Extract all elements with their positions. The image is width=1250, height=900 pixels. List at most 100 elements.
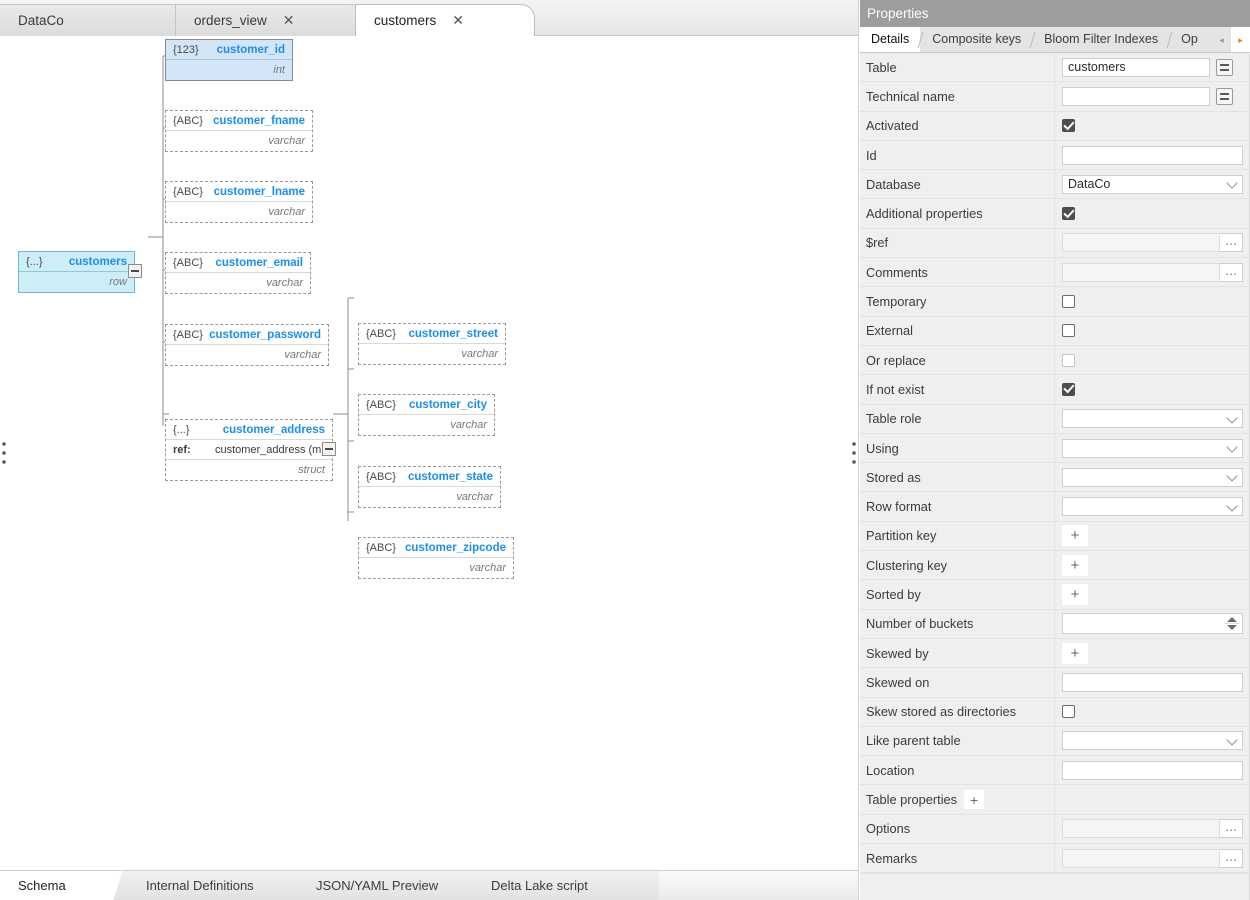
diagram-node-customer-fname[interactable]: {ABC} customer_fname varchar — [165, 110, 313, 152]
property-label: Row format — [860, 492, 1055, 520]
options-expand-icon[interactable]: ⋯ — [1220, 819, 1243, 838]
property-label: Sorted by — [860, 580, 1055, 608]
diagram-node-customer-state[interactable]: {ABC} customer_state varchar — [358, 466, 501, 508]
like-parent-table-select[interactable] — [1062, 731, 1243, 750]
skew-stored-as-directories-checkbox[interactable] — [1062, 705, 1075, 718]
diagram-node-customer-password[interactable]: {ABC} customer_password varchar — [165, 324, 329, 366]
tab-dataco[interactable]: DataCo — [0, 4, 186, 36]
ref-expand-icon[interactable]: ⋯ — [1220, 233, 1243, 252]
add-skewed-by-icon[interactable]: + — [1062, 643, 1088, 664]
property-row-skew-stored-as-directories: Skew stored as directories — [860, 698, 1250, 727]
property-value — [1055, 698, 1250, 726]
tab-customers[interactable]: customers ✕ — [355, 4, 535, 36]
stepper-up-icon[interactable] — [1227, 617, 1237, 622]
property-label: Database — [860, 170, 1055, 198]
tab-label: Internal Definitions — [146, 878, 254, 893]
comments-input[interactable] — [1062, 263, 1220, 282]
node-name: customer_id — [217, 44, 285, 56]
diagram-node-customer-email[interactable]: {ABC} customer_email varchar — [165, 252, 311, 294]
if-not-exist-checkbox[interactable] — [1062, 383, 1075, 396]
add-sorted-by-icon[interactable]: + — [1062, 584, 1088, 605]
properties-tab-bar: Details Composite keys Bloom Filter Inde… — [860, 27, 1250, 53]
sync-name-icon[interactable] — [1216, 88, 1233, 105]
number-of-buckets-stepper[interactable] — [1062, 613, 1243, 634]
tab-label: Composite keys — [932, 32, 1021, 46]
sync-name-icon[interactable] — [1216, 59, 1233, 76]
add-clustering-key-icon[interactable]: + — [1062, 555, 1088, 576]
technical-name-input[interactable] — [1062, 87, 1210, 106]
remarks-input[interactable] — [1062, 849, 1220, 868]
node-type-icon: {ABC} — [173, 257, 203, 269]
tab-delta-lake-script[interactable]: Delta Lake script — [473, 871, 659, 900]
node-name: customer_email — [215, 257, 303, 269]
schema-diagram-canvas[interactable]: {...} customers row {123} customer_id in… — [0, 36, 858, 870]
property-value — [1055, 785, 1250, 813]
ref-input[interactable] — [1062, 233, 1220, 252]
node-name: customer_state — [408, 471, 493, 483]
left-panel-splitter-handle[interactable] — [1, 442, 7, 464]
location-input[interactable] — [1062, 761, 1243, 780]
tab-options-truncated[interactable]: Op — [1170, 27, 1209, 52]
collapse-toggle-customer-address[interactable] — [322, 442, 336, 456]
tab-scroll-right-icon[interactable]: ▸ — [1231, 27, 1250, 53]
activated-checkbox[interactable] — [1062, 119, 1075, 132]
tab-schema[interactable]: Schema — [0, 871, 128, 900]
property-row-number-of-buckets: Number of buckets — [860, 610, 1250, 639]
using-select[interactable] — [1062, 439, 1243, 458]
diagram-node-customer-zipcode[interactable]: {ABC} customer_zipcode varchar — [358, 537, 514, 579]
property-label: Clustering key — [860, 551, 1055, 579]
diagram-node-customer-lname[interactable]: {ABC} customer_lname varchar — [165, 181, 313, 223]
tab-json-yaml-preview[interactable]: JSON/YAML Preview — [298, 871, 473, 900]
or-replace-checkbox[interactable] — [1062, 354, 1075, 367]
node-datatype-row: varchar — [166, 345, 328, 365]
property-label: Table role — [860, 405, 1055, 433]
properties-panel-splitter-handle[interactable] — [851, 442, 857, 464]
tab-internal-definitions[interactable]: Internal Definitions — [128, 871, 298, 900]
row-format-select[interactable] — [1062, 497, 1243, 516]
editor-tab-bar: DataCo orders_view ✕ customers ✕ — [0, 0, 858, 36]
tab-label: DataCo — [18, 13, 64, 28]
stored-as-select[interactable] — [1062, 468, 1243, 487]
diagram-node-customer-city[interactable]: {ABC} customer_city varchar — [358, 394, 495, 436]
property-label: Additional properties — [860, 199, 1055, 227]
node-datatype-row: varchar — [359, 415, 494, 435]
node-name: customer_address — [223, 424, 325, 436]
add-table-property-icon[interactable]: + — [964, 790, 984, 809]
node-name: customer_city — [409, 399, 487, 411]
property-row-technical-name: Technical name — [860, 82, 1250, 111]
node-datatype-row: varchar — [166, 202, 312, 222]
node-datatype-row: varchar — [359, 344, 505, 364]
id-input[interactable] — [1062, 146, 1243, 165]
property-value: + — [1055, 551, 1250, 579]
remarks-expand-icon[interactable]: ⋯ — [1220, 849, 1243, 868]
external-checkbox[interactable] — [1062, 324, 1075, 337]
tab-bloom-filter-indexes[interactable]: Bloom Filter Indexes — [1033, 27, 1169, 52]
diagram-node-customer-id[interactable]: {123} customer_id int — [165, 39, 293, 81]
diagram-node-customers[interactable]: {...} customers row — [18, 251, 135, 293]
diagram-node-customer-address[interactable]: {...} customer_address ref: customer_add… — [165, 419, 333, 481]
close-icon[interactable]: ✕ — [452, 14, 464, 28]
node-header: {ABC} customer_lname — [166, 182, 312, 202]
temporary-checkbox[interactable] — [1062, 295, 1075, 308]
skewed-on-input[interactable] — [1062, 673, 1243, 692]
close-icon[interactable]: ✕ — [283, 14, 295, 28]
tab-scroll-left-icon[interactable]: ◂ — [1212, 27, 1231, 53]
tab-composite-keys[interactable]: Composite keys — [921, 27, 1032, 52]
collapse-toggle-root[interactable] — [128, 264, 142, 278]
tab-orders-view[interactable]: orders_view ✕ — [175, 4, 365, 36]
add-partition-key-icon[interactable]: + — [1062, 525, 1088, 546]
additional-properties-checkbox[interactable] — [1062, 207, 1075, 220]
tab-details[interactable]: Details — [860, 27, 920, 52]
comments-expand-icon[interactable]: ⋯ — [1220, 263, 1243, 282]
property-label: Partition key — [860, 522, 1055, 550]
property-row-row-format: Row format — [860, 492, 1250, 521]
diagram-node-customer-street[interactable]: {ABC} customer_street varchar — [358, 323, 506, 365]
options-input[interactable] — [1062, 819, 1220, 838]
property-row-comments: Comments ⋯ — [860, 258, 1250, 287]
database-select[interactable]: DataCo — [1062, 175, 1243, 194]
node-type-icon: {ABC} — [366, 471, 396, 483]
stepper-down-icon[interactable] — [1227, 625, 1237, 630]
table-name-input[interactable] — [1062, 58, 1210, 77]
table-role-select[interactable] — [1062, 409, 1243, 428]
node-datatype: varchar — [456, 491, 493, 503]
